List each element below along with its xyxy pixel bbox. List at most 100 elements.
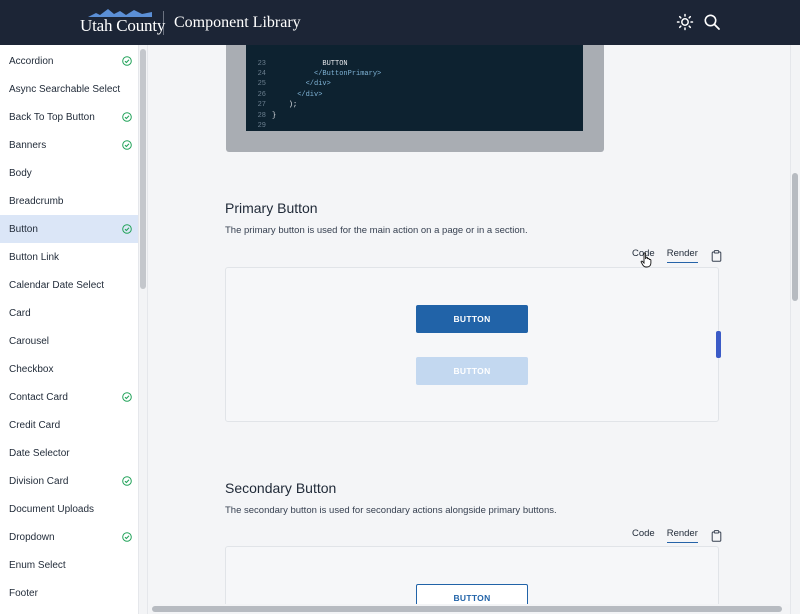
- sidebar-item-label: Credit Card: [9, 419, 61, 431]
- code-line: 25 </div>: [246, 79, 583, 89]
- tab-render[interactable]: Render: [666, 528, 698, 543]
- check-circle-icon: [122, 224, 132, 234]
- sidebar-item[interactable]: Accordion: [0, 47, 138, 75]
- code-panel: 23 BUTTON 24 </ButtonPrimary> 25 </div> 26 …: [226, 45, 604, 152]
- code-line-number: 28: [257, 111, 266, 120]
- top-header: Utah County Component Library: [0, 0, 800, 45]
- sidebar-item[interactable]: Button: [0, 215, 138, 243]
- sidebar-item[interactable]: Button Link: [0, 243, 138, 271]
- sidebar-item[interactable]: Contact Card: [0, 383, 138, 411]
- check-circle-icon: [122, 532, 132, 542]
- sidebar-item-label: Checkbox: [9, 363, 54, 375]
- code-line-number: 29: [257, 121, 266, 130]
- sidebar-item[interactable]: Body: [0, 159, 138, 187]
- code-line: 23 BUTTON: [246, 58, 583, 68]
- sidebar-item-label: Division Card: [9, 475, 69, 487]
- sidebar-item-label: Async Searchable Select: [9, 83, 121, 95]
- panel-resize-handle[interactable]: [716, 331, 721, 358]
- sidebar-item[interactable]: Card: [0, 299, 138, 327]
- code-line-text: BUTTON: [272, 59, 348, 68]
- check-circle-icon: [122, 112, 132, 122]
- code-line-number: 27: [257, 101, 266, 110]
- sidebar-item-label: Card: [9, 307, 31, 319]
- check-circle-icon: [122, 140, 132, 150]
- sidebar-item-label: Back To Top Button: [9, 111, 95, 123]
- sidebar-item-label: Dropdown: [9, 531, 55, 543]
- primary-button-disabled: BUTTON: [416, 357, 528, 385]
- render-box-primary: BUTTON BUTTON: [225, 267, 719, 422]
- section-desc-secondary: The secondary button is used for seconda…: [225, 505, 557, 516]
- code-line: 24 </ButtonPrimary>: [246, 69, 583, 79]
- sidebar-item[interactable]: Footer: [0, 579, 138, 607]
- sidebar-item-label: Banners: [9, 139, 47, 151]
- code-line: 29: [246, 121, 583, 131]
- code-line: 26 </div>: [246, 90, 583, 100]
- primary-button[interactable]: BUTTON: [416, 305, 528, 333]
- hand-cursor-icon: [640, 252, 652, 268]
- section-desc-primary: The primary button is used for the main …: [225, 225, 528, 236]
- code-line-text: </div>: [272, 80, 331, 89]
- tabs-secondary: Code Render: [632, 528, 722, 543]
- brand[interactable]: Utah County Component Library: [80, 6, 301, 36]
- sun-icon[interactable]: [676, 13, 694, 31]
- clipboard-icon[interactable]: [711, 529, 722, 542]
- sidebar-item[interactable]: Credit Card: [0, 411, 138, 439]
- secondary-button[interactable]: BUTTON: [416, 584, 528, 606]
- main-content: 23 BUTTON 24 </ButtonPrimary> 25 </div> 26 …: [149, 45, 790, 606]
- sidebar-item-label: Button Link: [9, 251, 60, 263]
- sidebar-item[interactable]: Carousel: [0, 327, 138, 355]
- search-icon[interactable]: [703, 13, 721, 31]
- sidebar-item[interactable]: Dropdown: [0, 523, 138, 551]
- sidebar-item-label: Enum Select: [9, 559, 66, 571]
- sidebar-item-label: Date Selector: [9, 447, 70, 459]
- sidebar-item[interactable]: Banners: [0, 131, 138, 159]
- section-title-primary: Primary Button: [225, 200, 318, 216]
- sidebar-item-label: Body: [9, 167, 32, 179]
- sidebar-item-label: Carousel: [9, 335, 50, 347]
- page-title: Component Library: [174, 14, 301, 31]
- sidebar-item[interactable]: Calendar Date Select: [0, 271, 138, 299]
- sidebar-item-label: Calendar Date Select: [9, 279, 105, 291]
- sidebar-list: Accordion Async Searchable Select Back To …: [0, 47, 138, 607]
- page-scrollbar[interactable]: [790, 45, 800, 614]
- tab-render[interactable]: Render: [666, 248, 698, 263]
- sidebar-item-label: Breadcrumb: [9, 195, 64, 207]
- check-circle-icon: [122, 392, 132, 402]
- sidebar-item[interactable]: Division Card: [0, 467, 138, 495]
- sidebar-item-label: Document Uploads: [9, 503, 95, 515]
- utah-county-logo: Utah County: [80, 6, 165, 36]
- code-line-text: </ButtonPrimary>: [272, 69, 382, 78]
- code-line: 28}: [246, 110, 583, 120]
- sidebar-scrollbar-thumb[interactable]: [140, 49, 146, 289]
- code-line-text: );: [272, 101, 298, 110]
- page-scrollbar-thumb[interactable]: [792, 173, 798, 301]
- check-circle-icon: [122, 56, 132, 66]
- sidebar-item-label: Button: [9, 223, 38, 235]
- check-circle-icon: [122, 476, 132, 486]
- sidebar-item[interactable]: Checkbox: [0, 355, 138, 383]
- sidebar-item-label: Footer: [9, 587, 38, 599]
- code-line-text: </div>: [272, 90, 323, 99]
- sidebar: Accordion Async Searchable Select Back To …: [0, 45, 148, 614]
- code-block: 23 BUTTON 24 </ButtonPrimary> 25 </div> 26 …: [246, 45, 583, 131]
- sidebar-item[interactable]: Async Searchable Select: [0, 75, 138, 103]
- clipboard-icon[interactable]: [711, 249, 722, 262]
- code-line: 27 );: [246, 100, 583, 110]
- horizontal-scrollbar-thumb[interactable]: [152, 606, 782, 612]
- code-line-text: }: [272, 111, 277, 120]
- sidebar-item[interactable]: Date Selector: [0, 439, 138, 467]
- render-box-secondary: BUTTON: [225, 546, 719, 606]
- sidebar-item[interactable]: Breadcrumb: [0, 187, 138, 215]
- code-line-number: 26: [257, 90, 266, 99]
- code-line-number: 23: [257, 59, 266, 68]
- sidebar-item[interactable]: Enum Select: [0, 551, 138, 579]
- code-line-number: 24: [257, 69, 266, 78]
- tab-code[interactable]: Code: [632, 528, 655, 543]
- section-title-secondary: Secondary Button: [225, 480, 337, 496]
- sidebar-item[interactable]: Back To Top Button: [0, 103, 138, 131]
- sidebar-item-label: Accordion: [9, 55, 54, 67]
- logo-text: Utah County: [80, 16, 166, 35]
- sidebar-item-label: Contact Card: [9, 391, 68, 403]
- sidebar-item[interactable]: Document Uploads: [0, 495, 138, 523]
